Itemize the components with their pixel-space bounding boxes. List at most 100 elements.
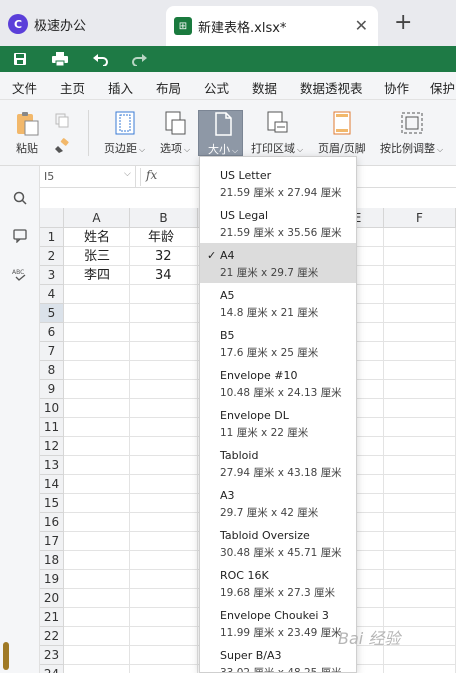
row-header[interactable]: 13 [40, 456, 64, 475]
grid-cell[interactable] [384, 399, 456, 418]
grid-cell[interactable] [130, 608, 198, 627]
row-header[interactable]: 22 [40, 627, 64, 646]
row-header[interactable]: 6 [40, 323, 64, 342]
row-header[interactable]: 3 [40, 266, 64, 285]
size-option[interactable]: Envelope #10 10.48 厘米 x 24.13 厘米 [200, 363, 356, 403]
grid-cell[interactable] [130, 513, 198, 532]
menu-formula[interactable]: 公式 [204, 78, 229, 97]
column-header[interactable]: F [384, 208, 456, 228]
grid-cell[interactable] [384, 361, 456, 380]
grid-cell[interactable] [384, 532, 456, 551]
grid-cell[interactable] [130, 323, 198, 342]
grid-cell[interactable] [64, 361, 130, 380]
cell-a3[interactable]: 李四 [84, 266, 110, 285]
grid-cell[interactable] [130, 285, 198, 304]
scale-button[interactable]: 按比例调整 ⌵ [380, 110, 443, 156]
grid-cell[interactable] [384, 665, 456, 673]
menu-file[interactable]: 文件 [12, 78, 37, 97]
file-tab[interactable]: ⊞ 新建表格.xlsx* ✕ [166, 6, 378, 46]
column-header[interactable]: B [130, 208, 198, 228]
grid-cell[interactable] [384, 304, 456, 323]
paste-button[interactable]: 粘贴 [14, 110, 40, 156]
grid-cell[interactable] [64, 285, 130, 304]
grid-cell[interactable] [64, 437, 130, 456]
grid-cell[interactable] [384, 342, 456, 361]
function-icon[interactable]: fx [140, 168, 162, 186]
size-option[interactable]: B5 17.6 厘米 x 25 厘米 [200, 323, 356, 363]
grid-cell[interactable] [64, 551, 130, 570]
grid-cell[interactable] [64, 380, 130, 399]
grid-cell[interactable] [64, 608, 130, 627]
grid-cell[interactable] [384, 437, 456, 456]
size-option[interactable]: A5 14.8 厘米 x 21 厘米 [200, 283, 356, 323]
grid-cell[interactable] [384, 323, 456, 342]
print-area-button[interactable]: 打印区域 ⌵ [251, 110, 303, 156]
grid-cell[interactable] [64, 399, 130, 418]
row-header[interactable]: 8 [40, 361, 64, 380]
row-header[interactable]: 21 [40, 608, 64, 627]
margins-button[interactable]: 页边距 ⌵ [104, 110, 145, 156]
app-tab[interactable]: C 极速办公 [8, 8, 158, 40]
grid-cell[interactable] [64, 456, 130, 475]
search-icon[interactable] [10, 188, 30, 208]
grid-cell[interactable] [130, 418, 198, 437]
cell-a2[interactable]: 张三 [84, 247, 110, 266]
row-header[interactable]: 1 [40, 228, 64, 247]
grid-cell[interactable] [384, 228, 456, 247]
grid-cell[interactable] [384, 570, 456, 589]
row-header[interactable]: 7 [40, 342, 64, 361]
row-header[interactable]: 4 [40, 285, 64, 304]
grid-cell[interactable] [384, 418, 456, 437]
grid-cell[interactable] [384, 475, 456, 494]
row-header[interactable]: 14 [40, 475, 64, 494]
close-icon[interactable]: ✕ [355, 16, 368, 35]
grid-cell[interactable] [130, 532, 198, 551]
add-tab-icon[interactable]: + [394, 12, 412, 34]
grid-cell[interactable] [384, 247, 456, 266]
grid-cell[interactable] [384, 551, 456, 570]
save-icon[interactable] [10, 49, 30, 69]
grid-cell[interactable] [384, 494, 456, 513]
grid-cell[interactable] [130, 380, 198, 399]
grid-cell[interactable] [64, 665, 130, 673]
grid-cell[interactable] [130, 665, 198, 673]
name-box[interactable]: I5 ⌵ [40, 166, 136, 188]
print-icon[interactable] [50, 49, 70, 69]
undo-icon[interactable] [90, 49, 110, 69]
scroll-handle[interactable] [3, 642, 9, 670]
grid-cell[interactable] [64, 304, 130, 323]
row-header[interactable]: 18 [40, 551, 64, 570]
grid-cell[interactable] [384, 456, 456, 475]
grid-cell[interactable] [130, 456, 198, 475]
format-painter-button[interactable] [54, 138, 70, 154]
chevron-down-icon[interactable]: ⌵ [124, 169, 131, 179]
row-header[interactable]: 5 [40, 304, 64, 323]
grid-cell[interactable] [130, 627, 198, 646]
grid-cell[interactable] [130, 646, 198, 665]
grid-cell[interactable] [384, 513, 456, 532]
grid-cell[interactable] [64, 646, 130, 665]
row-header[interactable]: 23 [40, 646, 64, 665]
grid-cell[interactable] [64, 494, 130, 513]
grid-cell[interactable] [130, 551, 198, 570]
size-option[interactable]: US Legal 21.59 厘米 x 35.56 厘米 [200, 203, 356, 243]
row-header[interactable]: 11 [40, 418, 64, 437]
redo-icon[interactable] [130, 49, 150, 69]
row-header[interactable]: 10 [40, 399, 64, 418]
size-option[interactable]: Super B/A3 33.02 厘米 x 48.25 厘米 [200, 643, 356, 672]
grid-cell[interactable] [64, 532, 130, 551]
size-option[interactable]: ROC 16K 19.68 厘米 x 27.3 厘米 [200, 563, 356, 603]
row-header[interactable]: 12 [40, 437, 64, 456]
grid-cell[interactable] [130, 475, 198, 494]
grid-cell[interactable] [64, 570, 130, 589]
cell-b1[interactable]: 年龄 [148, 228, 174, 247]
menu-collaborate[interactable]: 协作 [384, 78, 409, 97]
grid-cell[interactable] [64, 323, 130, 342]
grid-cell[interactable] [130, 570, 198, 589]
row-header[interactable]: 15 [40, 494, 64, 513]
size-button[interactable]: 大小 ⌵ [198, 110, 243, 156]
grid-cell[interactable] [130, 304, 198, 323]
size-option[interactable]: ✓ A4 21 厘米 x 29.7 厘米 [200, 243, 356, 283]
size-option[interactable]: A3 29.7 厘米 x 42 厘米 [200, 483, 356, 523]
grid-cell[interactable] [130, 589, 198, 608]
